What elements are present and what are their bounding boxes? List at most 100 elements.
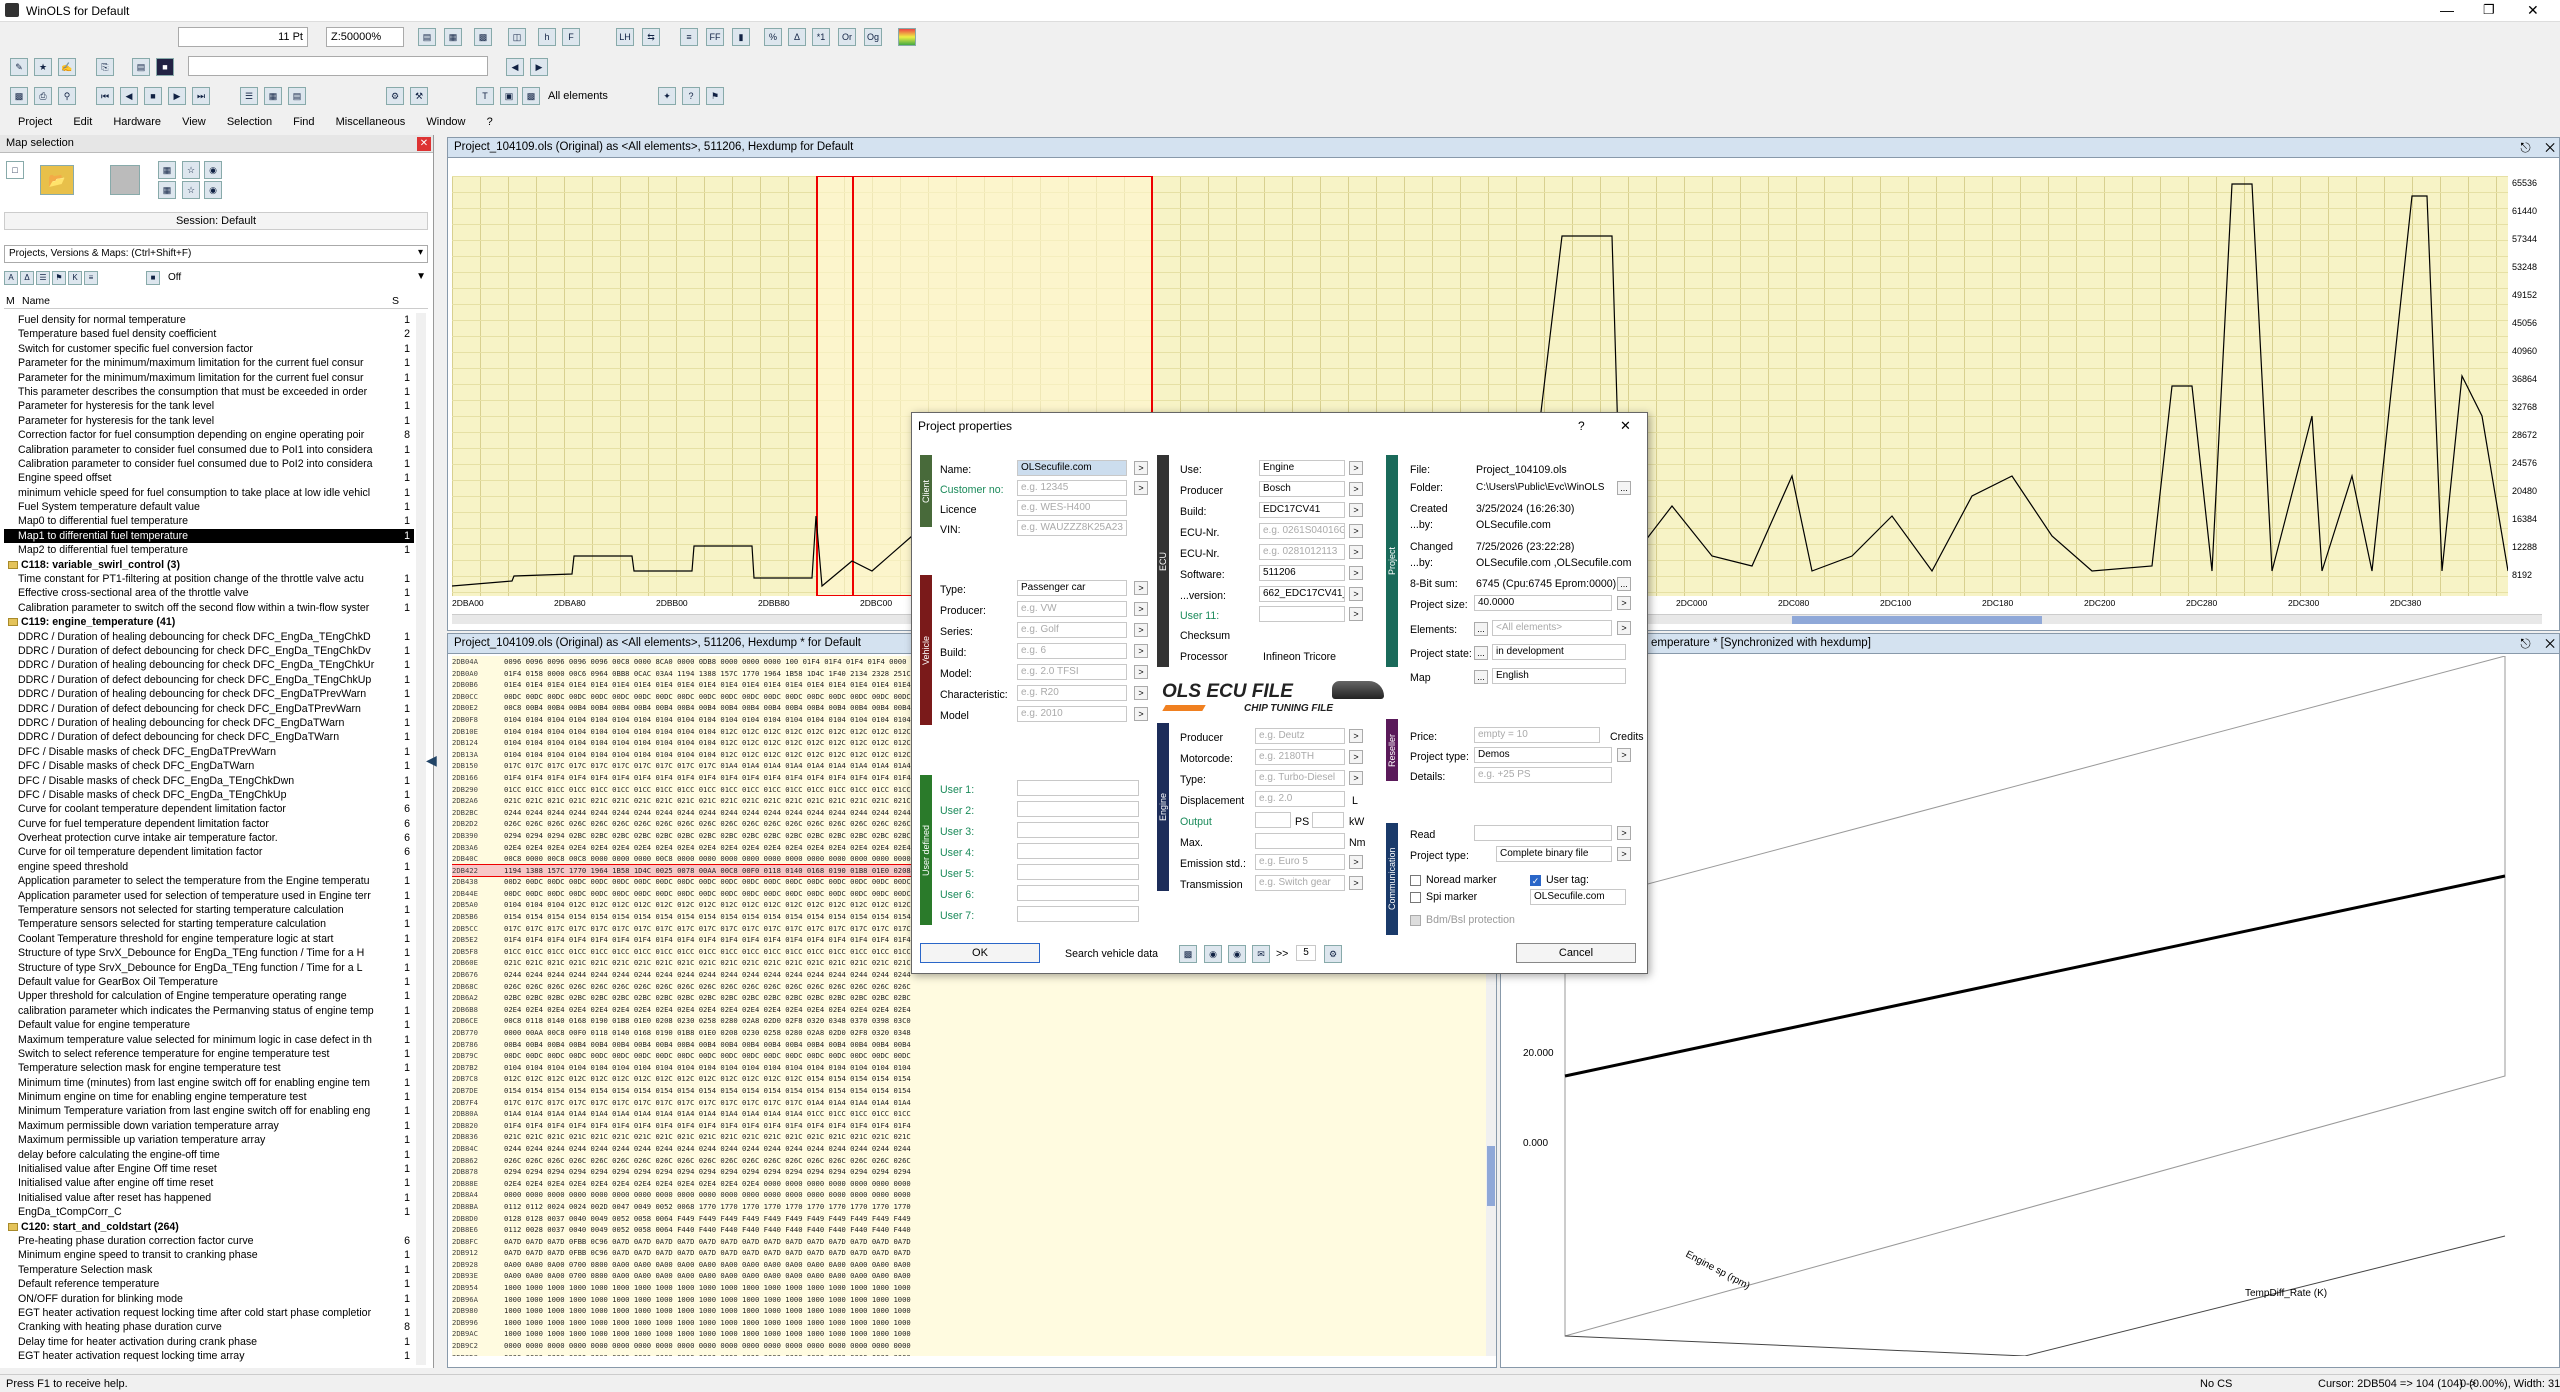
list-item[interactable]: DFC / Disable masks of check DFC_EngDa_T… [4, 773, 414, 788]
ecu-producer-more-button[interactable]: > [1349, 482, 1363, 496]
user-field-input[interactable] [1017, 780, 1139, 796]
grid-icon[interactable]: ▦ [444, 28, 462, 46]
list-item[interactable]: Fuel System temperature default value 1 [4, 500, 414, 515]
bars-icon[interactable]: ▮ [732, 28, 750, 46]
state-browse-button[interactable]: ... [1474, 646, 1488, 660]
project-size-field[interactable]: 40.0000 [1474, 595, 1612, 611]
counter-field[interactable]: 5 [1296, 945, 1316, 961]
list-item[interactable]: delay before calculating the engine-off … [4, 1147, 414, 1163]
hex-row[interactable]: 2DB80A 01A4 01A4 01A4 01A4 01A4 01A4 01A4… [452, 1108, 1492, 1120]
reseller-type-more-button[interactable]: > [1617, 748, 1631, 762]
list-item[interactable]: Map0 to differential fuel temperature 1 [4, 514, 414, 529]
stop-icon[interactable]: ■ [144, 87, 162, 105]
eng-producer-field[interactable]: e.g. Deutz [1255, 728, 1345, 744]
list-item[interactable]: Temperature Selection mask 1 [4, 1262, 414, 1278]
software-field[interactable]: 511206 [1259, 565, 1345, 581]
list-item[interactable]: Default value for GearBox Oil Temperatur… [4, 974, 414, 990]
import-icon[interactable]: ★ [34, 58, 52, 76]
list-item[interactable]: Curve for oil temperature dependent limi… [4, 845, 414, 860]
list-item[interactable]: Fuel density for normal temperature 1 [4, 313, 414, 328]
list-item[interactable]: Switch to select reference temperature f… [4, 1046, 414, 1062]
menu-project[interactable]: Project [18, 113, 52, 131]
details-field[interactable]: e.g. +25 PS [1474, 767, 1612, 783]
comm-type-field[interactable]: Complete binary file [1496, 846, 1612, 862]
filter-c-icon[interactable]: ☰ [36, 271, 50, 285]
list-item[interactable]: Overheat protection curve intake air tem… [4, 831, 414, 846]
producer-more-button[interactable]: > [1134, 602, 1148, 616]
prev-icon[interactable]: ◀ [506, 58, 524, 76]
customer-field[interactable]: e.g. 12345 [1017, 480, 1127, 496]
hex-row[interactable]: 2DB79C 00DC 00DC 00DC 00DC 00DC 00DC 00DC… [452, 1050, 1492, 1062]
series-field[interactable]: e.g. Golf [1017, 622, 1127, 638]
type-more-button[interactable]: > [1134, 581, 1148, 595]
filter-e-icon[interactable]: K [68, 271, 82, 285]
table-icon[interactable]: ▩ [474, 28, 492, 46]
hex-row[interactable]: 2DB88E 02E4 02E4 02E4 02E4 02E4 02E4 02E4… [452, 1178, 1492, 1190]
list-item[interactable]: DDRC / Duration of defect debouncing for… [4, 701, 414, 716]
pin-icon[interactable]: ⚑ [706, 87, 724, 105]
output-ps-field[interactable] [1255, 812, 1291, 828]
hex-row[interactable]: 2DB7B2 0104 0104 0104 0104 0104 0104 0104… [452, 1062, 1492, 1074]
noread-checkbox[interactable] [1410, 875, 1421, 886]
list-item[interactable]: Delay time for heater activation during … [4, 1334, 414, 1350]
hex-row[interactable]: 2DB6A2 02BC 02BC 02BC 02BC 02BC 02BC 02BC… [452, 992, 1492, 1004]
hex-row[interactable]: 2DB980 1000 1000 1000 1000 1000 1000 1000… [452, 1305, 1492, 1317]
wand-icon[interactable]: ✦ [658, 87, 676, 105]
characteristic-more-button[interactable]: > [1134, 686, 1148, 700]
map-language-select[interactable]: English [1492, 668, 1626, 684]
hex-row[interactable]: 2DB9D80000 0000 0000 0000 0000 0000 0000… [452, 1352, 1492, 1356]
hex-row[interactable]: 2DB836 021C 021C 021C 021C 021C 021C 021C… [452, 1131, 1492, 1143]
customer-more-button[interactable]: > [1134, 481, 1148, 495]
open-icon[interactable]: ✎ [10, 58, 28, 76]
ecu-build-more-button[interactable]: > [1349, 503, 1363, 517]
folder-gray-icon[interactable] [110, 165, 140, 195]
list-item[interactable]: Default reference temperature 1 [4, 1277, 414, 1292]
close-icon[interactable]: ✕ [417, 137, 431, 151]
menu-miscellaneous[interactable]: Miscellaneous [336, 113, 406, 131]
ecu-nr1-field[interactable]: e.g. 0261S04016G [1259, 523, 1345, 539]
model-field[interactable]: e.g. 2.0 TFSI [1017, 664, 1127, 680]
hex-row[interactable]: 2DB93E 0A00 0A00 0A00 0700 0800 0A00 0A00… [452, 1270, 1492, 1282]
emission-more-button[interactable]: > [1349, 855, 1363, 869]
forward-icon[interactable]: ▶ [168, 87, 186, 105]
list-item[interactable]: Calibration parameter to consider fuel c… [4, 456, 414, 472]
list-item[interactable]: This parameter describes the consumption… [4, 384, 414, 400]
spi-checkbox[interactable] [1410, 892, 1421, 903]
hex-row[interactable]: 2DB8FC 0A7D 0A7D 0A7D 0FBB 0C96 0A7D 0A7D… [452, 1236, 1492, 1248]
hex-row[interactable]: 2DB68C 026C 026C 026C 026C 026C 026C 026C… [452, 981, 1492, 993]
list-item[interactable]: Parameter for hysteresis for the tank le… [4, 413, 414, 429]
off-label[interactable]: Off [168, 272, 181, 283]
hex-icon[interactable]: h [538, 28, 556, 46]
use-more-button[interactable]: > [1349, 461, 1363, 475]
globe-btn-icon[interactable]: ◉ [1204, 945, 1222, 963]
list-item[interactable]: Upper threshold for calculation of Engin… [4, 989, 414, 1004]
eng-type-field[interactable]: e.g. Turbo-Diesel [1255, 770, 1345, 786]
ff-icon[interactable]: FF [706, 28, 724, 46]
list-item[interactable]: Temperature based fuel density coefficie… [4, 327, 414, 342]
elements-icon[interactable]: ▩ [522, 87, 540, 105]
close-window-button[interactable]: ✕ [2527, 2, 2539, 19]
tree-group[interactable]: C120: start_and_coldstart (264) [4, 1220, 414, 1234]
output-kw-field[interactable] [1312, 812, 1344, 828]
ecu-producer-field[interactable]: Bosch [1259, 481, 1345, 497]
org-org-icon[interactable]: Og [864, 28, 882, 46]
flow2-icon[interactable]: ☆ [182, 181, 200, 199]
list-item[interactable]: Pre-heating phase duration correction fa… [4, 1234, 414, 1249]
user11-field[interactable] [1259, 606, 1345, 622]
elements-more-button[interactable]: > [1617, 621, 1631, 635]
eng-type-more-button[interactable]: > [1349, 771, 1363, 785]
list-item[interactable]: Application parameter to select the temp… [4, 874, 414, 889]
licence-field[interactable]: e.g. WES-H400 [1017, 500, 1127, 516]
ecu-build-field[interactable]: EDC17CV41 [1259, 502, 1345, 518]
list-item[interactable]: Map2 to differential fuel temperature 1 [4, 543, 414, 558]
list-item[interactable]: DDRC / Duration of defect debouncing for… [4, 643, 414, 659]
list-item[interactable]: Minimum time (minutes) from last engine … [4, 1075, 414, 1091]
more-button[interactable]: >> [1276, 948, 1288, 960]
list-item[interactable]: Maximum permissible down variation tempe… [4, 1118, 414, 1134]
type-field[interactable]: Passenger car [1017, 580, 1127, 596]
model-year-field[interactable]: e.g. 2010 [1017, 706, 1127, 722]
list-item[interactable]: Calibration parameter to consider fuel c… [4, 442, 414, 457]
hex-row[interactable]: 2DB954 1000 1000 1000 1000 1000 1000 1000… [452, 1282, 1492, 1294]
swap-icon[interactable]: ⇆ [642, 28, 660, 46]
list-item[interactable]: Maximum temperature value selected for m… [4, 1032, 414, 1047]
